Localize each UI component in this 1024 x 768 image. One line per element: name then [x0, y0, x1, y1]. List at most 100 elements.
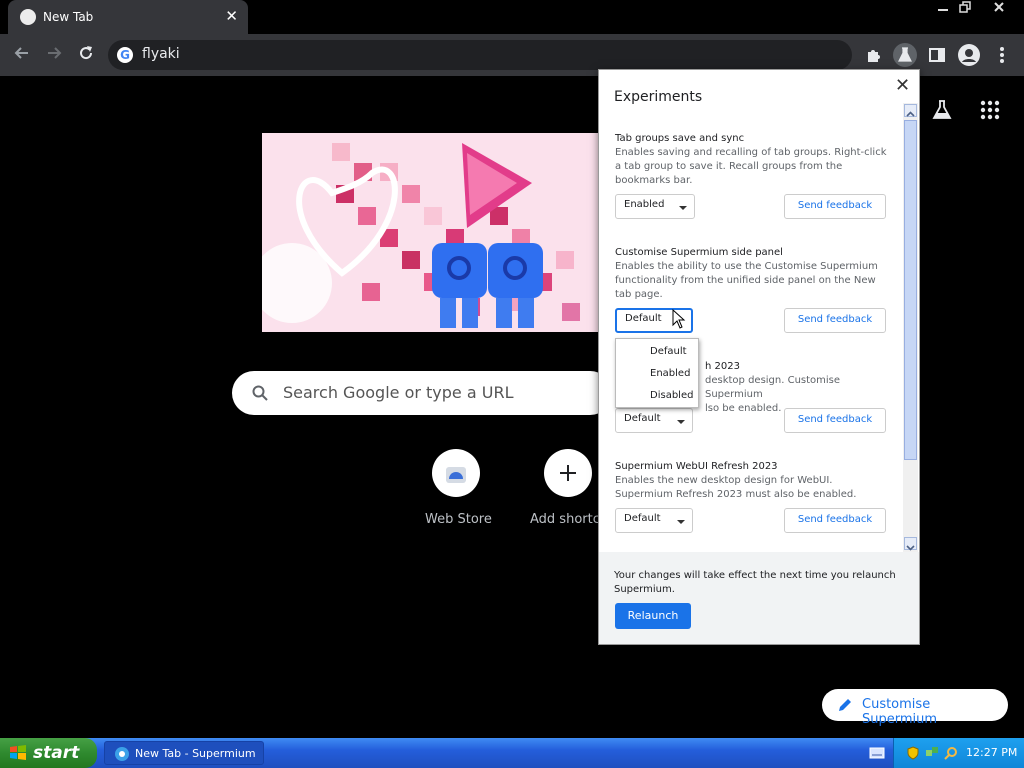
close-icon[interactable]: ✕ [895, 77, 910, 95]
plus-icon [560, 465, 576, 481]
chevron-up-icon [906, 111, 915, 117]
flask-icon [898, 47, 912, 62]
restore-button[interactable] [950, 1, 980, 19]
webstore-icon [446, 467, 466, 483]
reload-button[interactable] [75, 44, 97, 66]
tab-title: New Tab [43, 10, 94, 24]
experiment-description: Enables the new desktop design for WebUI… [615, 475, 857, 500]
apps-button[interactable] [978, 98, 1002, 122]
select-value: Default [624, 513, 661, 524]
forward-button[interactable] [43, 44, 65, 66]
relaunch-notice: Your changes will take effect the next t… [614, 570, 896, 595]
tab-close-icon[interactable]: ✕ [225, 7, 238, 25]
select-dropdown-list: Default Enabled Disabled [615, 338, 699, 408]
desktop: New Tab ✕ G flyaki Search Google or type… [0, 0, 1024, 768]
scroll-up-button[interactable] [904, 104, 917, 117]
scroll-thumb[interactable] [904, 120, 917, 460]
search-icon[interactable] [944, 746, 958, 760]
mouse-cursor-icon [672, 309, 686, 329]
experiment-select-tab-groups[interactable]: Enabled [615, 194, 695, 219]
supermium-icon [115, 747, 129, 761]
shortcut-web-store[interactable] [432, 449, 480, 497]
minimize-icon [938, 9, 948, 11]
apps-grid-icon [980, 100, 1000, 120]
experiment-description: Enables the ability to use the Customise… [615, 261, 878, 300]
chevron-down-icon [677, 520, 685, 524]
ntp-search-box[interactable]: Search Google or type a URL [232, 371, 612, 415]
keyboard-icon[interactable] [869, 746, 885, 760]
close-icon [994, 2, 1004, 12]
select-value: Default [625, 313, 662, 324]
experiment-description: Enables saving and recalling of tab grou… [615, 147, 887, 186]
dropdown-option-disabled[interactable]: Disabled [616, 385, 700, 407]
experiment-select-refresh[interactable]: Default [615, 408, 693, 433]
experiment-tab-groups: Tab groups save and sync Enables saving … [615, 132, 887, 188]
doodle-illustration [262, 133, 602, 332]
puzzle-icon [868, 50, 880, 62]
clock: 12:27 PM [966, 746, 1018, 759]
extensions-button[interactable] [862, 43, 886, 67]
network-icon[interactable] [925, 746, 939, 760]
dropdown-option-enabled[interactable]: Enabled [616, 363, 700, 385]
taskbar-item-label: New Tab - Supermium [135, 747, 256, 760]
taskbar-item-supermium[interactable]: New Tab - Supermium [104, 741, 264, 765]
tab-favicon-icon [20, 9, 36, 25]
address-text[interactable]: flyaki [142, 46, 180, 62]
relaunch-button[interactable]: Relaunch [615, 603, 691, 629]
start-button[interactable]: start [0, 738, 97, 768]
tab-new-tab[interactable]: New Tab ✕ [8, 0, 248, 34]
panel-scrollbar[interactable] [903, 103, 918, 552]
select-value: Enabled [624, 199, 665, 210]
avatar-icon [958, 44, 980, 66]
side-panel-button[interactable] [925, 43, 949, 67]
panel-title: Experiments [614, 89, 703, 105]
security-shield-icon[interactable] [906, 746, 920, 760]
customise-label: Customise Supermium [862, 697, 938, 727]
experiment-name: Supermium WebUI Refresh 2023 [615, 461, 778, 472]
profile-button[interactable] [957, 43, 981, 67]
google-icon: G [117, 47, 133, 63]
flask-icon [932, 100, 952, 119]
shortcut-label-web-store: Web Store [425, 512, 492, 527]
dropdown-option-default[interactable]: Default [616, 341, 700, 363]
send-feedback-button[interactable]: Send feedback [784, 308, 886, 333]
search-placeholder: Search Google or type a URL [283, 383, 514, 402]
panel-footer: Your changes will take effect the next t… [599, 552, 919, 644]
chevron-down-icon [679, 206, 687, 210]
experiment-name: Tab groups save and sync [615, 133, 745, 144]
shortcut-label-add: Add shortcu [530, 512, 609, 527]
send-feedback-button[interactable]: Send feedback [784, 508, 886, 533]
taskbar: start New Tab - Supermium 12:27 PM [0, 738, 1024, 768]
chevron-down-icon [677, 420, 685, 424]
experiments-panel: Experiments ✕ Tab groups save and sync E… [598, 69, 920, 645]
experiments-button[interactable] [893, 43, 917, 67]
send-feedback-button[interactable]: Send feedback [784, 408, 886, 433]
ntp-labs-button[interactable] [930, 98, 954, 122]
menu-button[interactable] [990, 43, 1014, 67]
reload-icon [80, 46, 93, 60]
customise-supermium-button[interactable]: Customise Supermium [822, 689, 1008, 727]
experiment-name: Customise Supermium side panel [615, 247, 783, 258]
title-bar: New Tab ✕ [0, 0, 1024, 34]
select-value: Default [624, 413, 661, 424]
restore-icon [959, 1, 971, 13]
experiment-webui-refresh: Supermium WebUI Refresh 2023 Enables the… [615, 460, 887, 502]
back-button[interactable] [11, 44, 33, 66]
system-tray: 12:27 PM [893, 738, 1024, 768]
experiment-customise-side-panel: Customise Supermium side panel Enables t… [615, 246, 887, 302]
start-label: start [33, 743, 80, 763]
scroll-down-button[interactable] [904, 537, 917, 551]
send-feedback-button[interactable]: Send feedback [784, 194, 886, 219]
kebab-menu-icon [1000, 47, 1004, 63]
experiment-select-webui[interactable]: Default [615, 508, 693, 533]
add-shortcut-button[interactable] [544, 449, 592, 497]
side-panel-icon [929, 48, 945, 62]
windows-flag-icon [10, 745, 26, 760]
back-arrow-icon [14, 47, 28, 59]
close-window-button[interactable] [984, 1, 1014, 19]
search-icon [252, 385, 268, 401]
address-bar[interactable]: G flyaki [108, 40, 852, 70]
pencil-icon [839, 699, 851, 711]
forward-arrow-icon [48, 47, 62, 59]
doodle-image[interactable] [262, 133, 602, 332]
